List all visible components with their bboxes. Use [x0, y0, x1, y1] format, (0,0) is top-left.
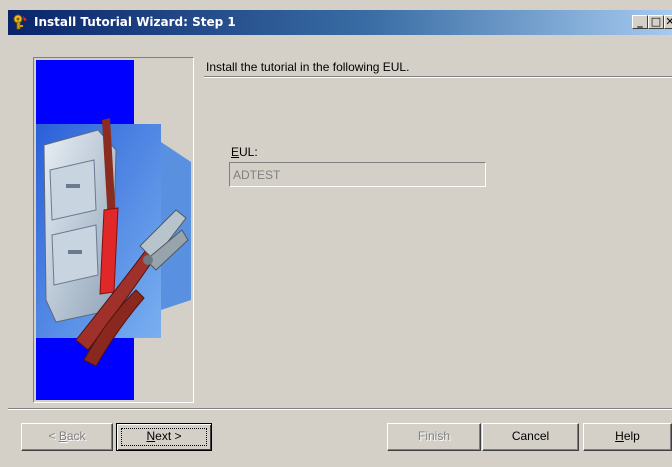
filing-cabinet-tools-illustration: [36, 60, 191, 400]
maximize-button[interactable]: □: [648, 15, 664, 29]
wizard-instruction: Install the tutorial in the following EU…: [206, 60, 410, 74]
eul-label: EUL:: [231, 145, 258, 159]
window-title: Install Tutorial Wizard: Step 1: [34, 15, 236, 29]
footer-divider: [8, 408, 672, 410]
back-button[interactable]: < Back: [21, 423, 113, 451]
finish-button[interactable]: Finish: [387, 423, 481, 451]
help-button[interactable]: Help: [583, 423, 672, 451]
eul-field[interactable]: [229, 162, 486, 187]
wizard-window: Install Tutorial Wizard: Step 1 _ □ ✕ In…: [0, 0, 672, 467]
minimize-button[interactable]: _: [632, 15, 648, 29]
title-bar[interactable]: Install Tutorial Wizard: Step 1 _ □ ✕: [8, 10, 672, 35]
next-button[interactable]: Next >: [116, 423, 212, 451]
wizard-side-panel: [33, 57, 194, 403]
header-divider: [204, 76, 672, 78]
close-button[interactable]: ✕: [664, 15, 672, 29]
cancel-button[interactable]: Cancel: [482, 423, 579, 451]
wizard-key-icon: [12, 14, 28, 30]
